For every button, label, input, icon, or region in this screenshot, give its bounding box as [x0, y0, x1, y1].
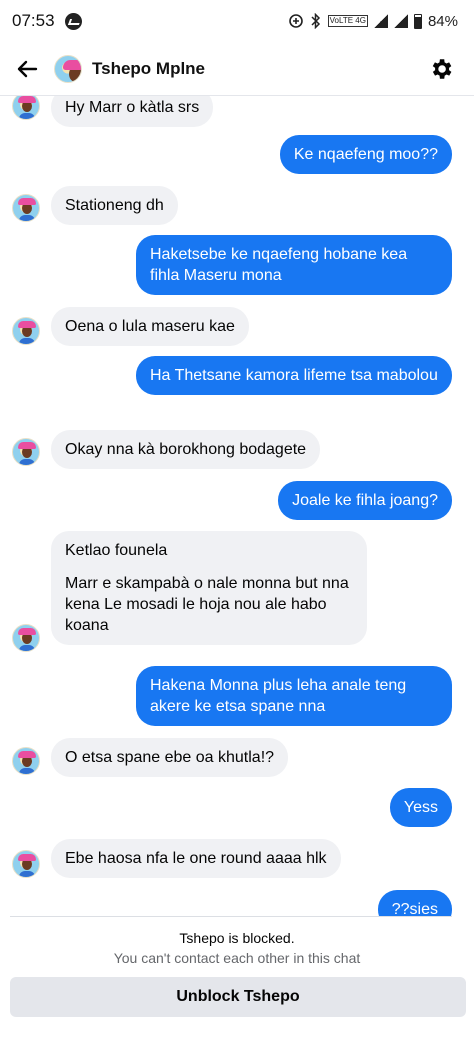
avatar	[12, 96, 40, 120]
system-nav-bar	[0, 1025, 474, 1053]
chat-header: Tshepo Mplne	[0, 42, 474, 96]
blocked-title: Tshepo is blocked.	[179, 930, 295, 946]
avatar	[12, 194, 40, 222]
status-bar: 07:53 VoLTE 4G 84%	[0, 0, 474, 42]
data-saver-icon	[288, 14, 303, 28]
avatar	[12, 747, 40, 775]
bluetooth-icon	[311, 13, 320, 29]
avatar	[12, 438, 40, 466]
network-label: VoLTE 4G	[327, 15, 368, 27]
unblock-button[interactable]: Unblock Tshepo	[10, 977, 466, 1017]
message-outgoing[interactable]: Ke nqaefeng moo??	[279, 135, 452, 174]
gear-icon	[432, 59, 452, 79]
message-incoming[interactable]: Ketlao founela Marr e skampabà o nale mo…	[51, 531, 367, 645]
messenger-icon	[64, 12, 82, 30]
message-incoming[interactable]: Ebe haosa nfa le one round aaaa hlk	[51, 839, 341, 878]
status-time: 07:53	[12, 11, 55, 30]
message-incoming[interactable]: Okay nna kà borokhong bodagete	[51, 430, 321, 469]
back-button[interactable]	[12, 54, 42, 84]
divider	[10, 916, 452, 917]
message-incoming[interactable]: Stationeng dh	[51, 186, 178, 225]
signal-icon-2	[393, 14, 408, 28]
message-outgoing[interactable]: Ha Thetsane kamora lifeme tsa mabolou	[136, 356, 452, 395]
message-outgoing[interactable]: Joale ke fihla joang?	[278, 481, 452, 520]
contact-name[interactable]: Tshepo Mplne	[92, 59, 205, 79]
signal-icon	[373, 14, 388, 28]
battery-level: 84%	[427, 12, 458, 30]
blocked-subtitle: You can't contact each other in this cha…	[113, 950, 361, 966]
message-outgoing[interactable]: Haketsebe ke nqaefeng hobane kea fihla M…	[136, 235, 452, 295]
avatar	[12, 850, 40, 878]
blocked-footer: Tshepo is blocked. You can't contact eac…	[0, 916, 474, 1053]
back-arrow-icon	[17, 60, 38, 77]
message-outgoing[interactable]: Hakena Monna plus leha anale teng akere …	[136, 666, 452, 726]
contact-avatar[interactable]	[54, 54, 82, 83]
message-outgoing[interactable]: Yess	[389, 788, 452, 827]
message-outgoing[interactable]: ??sies	[377, 890, 452, 916]
avatar	[12, 317, 40, 345]
message-incoming[interactable]: Hy Marr o kàtla srs	[51, 96, 214, 127]
settings-button[interactable]	[426, 54, 456, 84]
battery-icon	[413, 13, 422, 29]
message-incoming[interactable]: Oena o lula maseru kae	[51, 307, 249, 346]
message-list[interactable]: Hy Marr o kàtla srs Ke nqaefeng moo?? St…	[0, 96, 474, 916]
avatar	[12, 624, 40, 652]
message-incoming[interactable]: O etsa spane ebe oa khutla!?	[51, 738, 289, 777]
